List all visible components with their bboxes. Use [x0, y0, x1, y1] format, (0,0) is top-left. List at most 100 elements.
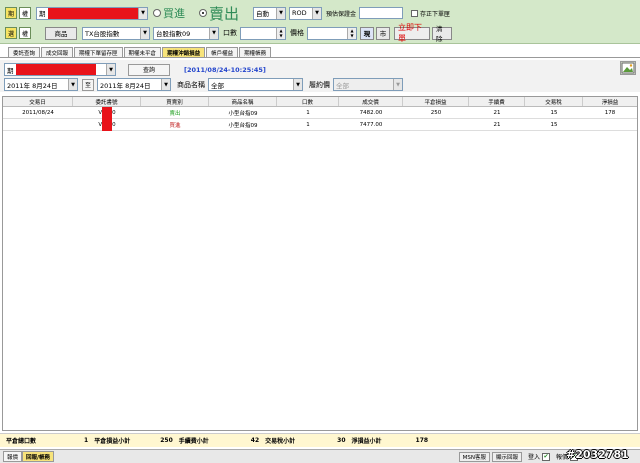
chevron-down-icon: ▼	[161, 79, 170, 90]
contract-type-select[interactable]: 全部 ▼	[333, 78, 403, 91]
chevron-down-icon: ▼	[293, 79, 302, 90]
table-row[interactable]: 2011/08/24 V 0 賣出 小型台指09 1 7482.00 250 2…	[3, 106, 637, 119]
filter-row-1: 期 ▼ 查詢 [2011/08/24-10:25:45]	[4, 63, 266, 76]
price-stepper[interactable]: ▲ ▼	[307, 26, 357, 40]
col-net-pnl[interactable]: 淨損益	[583, 97, 637, 106]
clear-button[interactable]: 清除	[432, 25, 452, 43]
chevron-down-icon: ▼	[393, 79, 402, 90]
query-button[interactable]: 查詢	[128, 63, 170, 76]
tab-account-equity[interactable]: 帳戶權益	[206, 47, 239, 57]
product-button[interactable]: 商品	[45, 26, 77, 40]
watermark: #2032781	[566, 448, 629, 461]
contract-type-value: 全部	[336, 81, 349, 90]
qty-label: 口數	[223, 29, 237, 37]
tab-open-positions[interactable]: 期權未平倉	[123, 47, 162, 57]
cell-qty: 1	[306, 121, 310, 128]
show-report-button[interactable]: 顯示回報	[491, 451, 522, 462]
cell-product: 小型台指09	[228, 110, 258, 117]
product-name-label: 商品名稱	[177, 80, 205, 89]
rod-select[interactable]: ROD ▼	[289, 6, 323, 20]
account-select[interactable]: 期 ▼	[36, 6, 148, 20]
pnl-subtotal-value: 250	[160, 437, 173, 444]
order-mode-value: 自動	[256, 10, 270, 18]
stepper-arrows-icon[interactable]: ▲ ▼	[347, 27, 356, 39]
tax-subtotal-label: 交易稅小計	[265, 438, 296, 445]
chevron-down-icon: ▼	[138, 7, 147, 19]
contract-type-label: 履約價	[309, 80, 330, 89]
date-from-picker[interactable]: 2011年 8月24日 ▼	[4, 78, 78, 91]
cell-side: 買進	[169, 122, 181, 129]
cell-side: 賣出	[169, 110, 181, 117]
market-price-button[interactable]: 市	[376, 26, 390, 40]
order-mode-select[interactable]: 自動 ▼	[253, 6, 287, 20]
current-price-button[interactable]: 現	[360, 26, 374, 40]
pnl-table: 交易日 委託書號 買賣別 商品名稱 口數 成交價 平倉損益 手續費 交易稅 淨損…	[2, 96, 638, 431]
order-entry-panel: 期 權 期 ▼ 買進 賣出 自動 ▼ ROD ▼ 預估保證金 存正下單匣 選 權…	[0, 0, 640, 44]
chevron-down-icon: ▼	[276, 7, 286, 19]
cell-date	[3, 119, 73, 130]
col-date[interactable]: 交易日	[3, 97, 73, 106]
buy-label: 買進	[163, 7, 185, 20]
login-label: 登入	[527, 454, 540, 461]
price-label: 價格	[290, 29, 304, 37]
summary-bar: 平倉總口數 1 平倉損益小計 250 手續費小計 42 交易稅小計 30 淨損益…	[0, 433, 640, 447]
cell-tax: 15	[550, 109, 558, 116]
tab-accounting[interactable]: 期權帳務	[239, 47, 272, 57]
tab-order-drafts[interactable]: 期權下單留存匣	[74, 47, 123, 57]
col-tax[interactable]: 交易稅	[525, 97, 583, 106]
cell-net-pnl	[583, 119, 637, 130]
submit-order-button[interactable]: 立即下單	[394, 23, 430, 43]
order-no-suffix: 0	[112, 121, 116, 128]
stepper-arrows-icon[interactable]: ▲ ▼	[276, 27, 285, 39]
cell-qty: 1	[306, 109, 310, 116]
col-qty[interactable]: 口數	[277, 97, 339, 106]
tab-order-query[interactable]: 委託查詢	[8, 47, 41, 57]
col-fee[interactable]: 手續費	[469, 97, 525, 106]
date-to-value: 2011年 8月24日	[100, 81, 151, 90]
export-image-icon[interactable]	[620, 61, 636, 75]
cell-close-pnl: 250	[430, 109, 442, 116]
cell-order-no: V 0	[73, 106, 141, 119]
account-prefix: 期	[39, 10, 46, 18]
col-side[interactable]: 買賣別	[141, 97, 209, 106]
chevron-down-icon: ▼	[68, 79, 77, 90]
contract-select[interactable]: 台股指數09 ▼	[153, 26, 219, 40]
futures-toggle-button[interactable]: 期	[5, 7, 17, 19]
sell-radio[interactable]	[199, 9, 207, 17]
query-timestamp: [2011/08/24-10:25:45]	[184, 65, 266, 74]
col-price[interactable]: 成交價	[339, 97, 403, 106]
redacted-account	[15, 64, 96, 75]
product-name-select[interactable]: 全部 ▼	[208, 78, 303, 91]
index-value: TX台股指數	[85, 30, 120, 38]
qty-stepper[interactable]: ▲ ▼	[240, 26, 286, 40]
buy-radio[interactable]	[153, 9, 161, 17]
cell-price: 7477.00	[359, 121, 383, 128]
report-tabs: 委託查詢 成交回報 期權下單留存匣 期權未平倉 期權沖銷損益 帳戶權益 期權帳務	[0, 46, 640, 58]
tab-fill-report[interactable]: 成交回報	[41, 47, 74, 57]
options-rights-button[interactable]: 權	[19, 27, 31, 39]
tab-quote[interactable]: 報價	[3, 451, 23, 462]
tab-report-accounting[interactable]: 回報/帳務	[22, 451, 55, 462]
filter-account-select[interactable]: 期 ▼	[4, 63, 116, 76]
chevron-down-icon: ▼	[106, 64, 115, 75]
col-close-pnl[interactable]: 平倉損益	[403, 97, 469, 106]
save-default-label: 存正下單匣	[420, 10, 451, 18]
total-qty-label: 平倉總口數	[6, 438, 37, 445]
date-to-picker[interactable]: 2011年 8月24日 ▼	[97, 78, 171, 91]
net-subtotal-value: 178	[415, 437, 429, 444]
index-select[interactable]: TX台股指數 ▼	[82, 26, 150, 40]
rod-value: ROD	[292, 9, 307, 17]
redacted-order-no	[102, 106, 113, 119]
fee-subtotal-label: 手續費小計	[178, 438, 209, 445]
col-order-no[interactable]: 委託書號	[73, 97, 141, 106]
table-row[interactable]: V 0 買進 小型台指09 1 7477.00 21 15	[3, 118, 637, 131]
tab-offset-pnl[interactable]: 期權沖銷損益	[162, 47, 206, 57]
options-mode-button[interactable]: 選	[5, 27, 17, 39]
pnl-subtotal-label: 平倉損益小計	[94, 438, 131, 445]
save-default-checkbox[interactable]	[411, 9, 419, 17]
cell-price: 7482.00	[359, 109, 383, 116]
options-toggle-button[interactable]: 權	[19, 7, 31, 19]
col-product[interactable]: 商品名稱	[209, 97, 277, 106]
redacted-order-no	[102, 118, 113, 131]
msn-support-button[interactable]: MSN客服	[458, 451, 490, 462]
